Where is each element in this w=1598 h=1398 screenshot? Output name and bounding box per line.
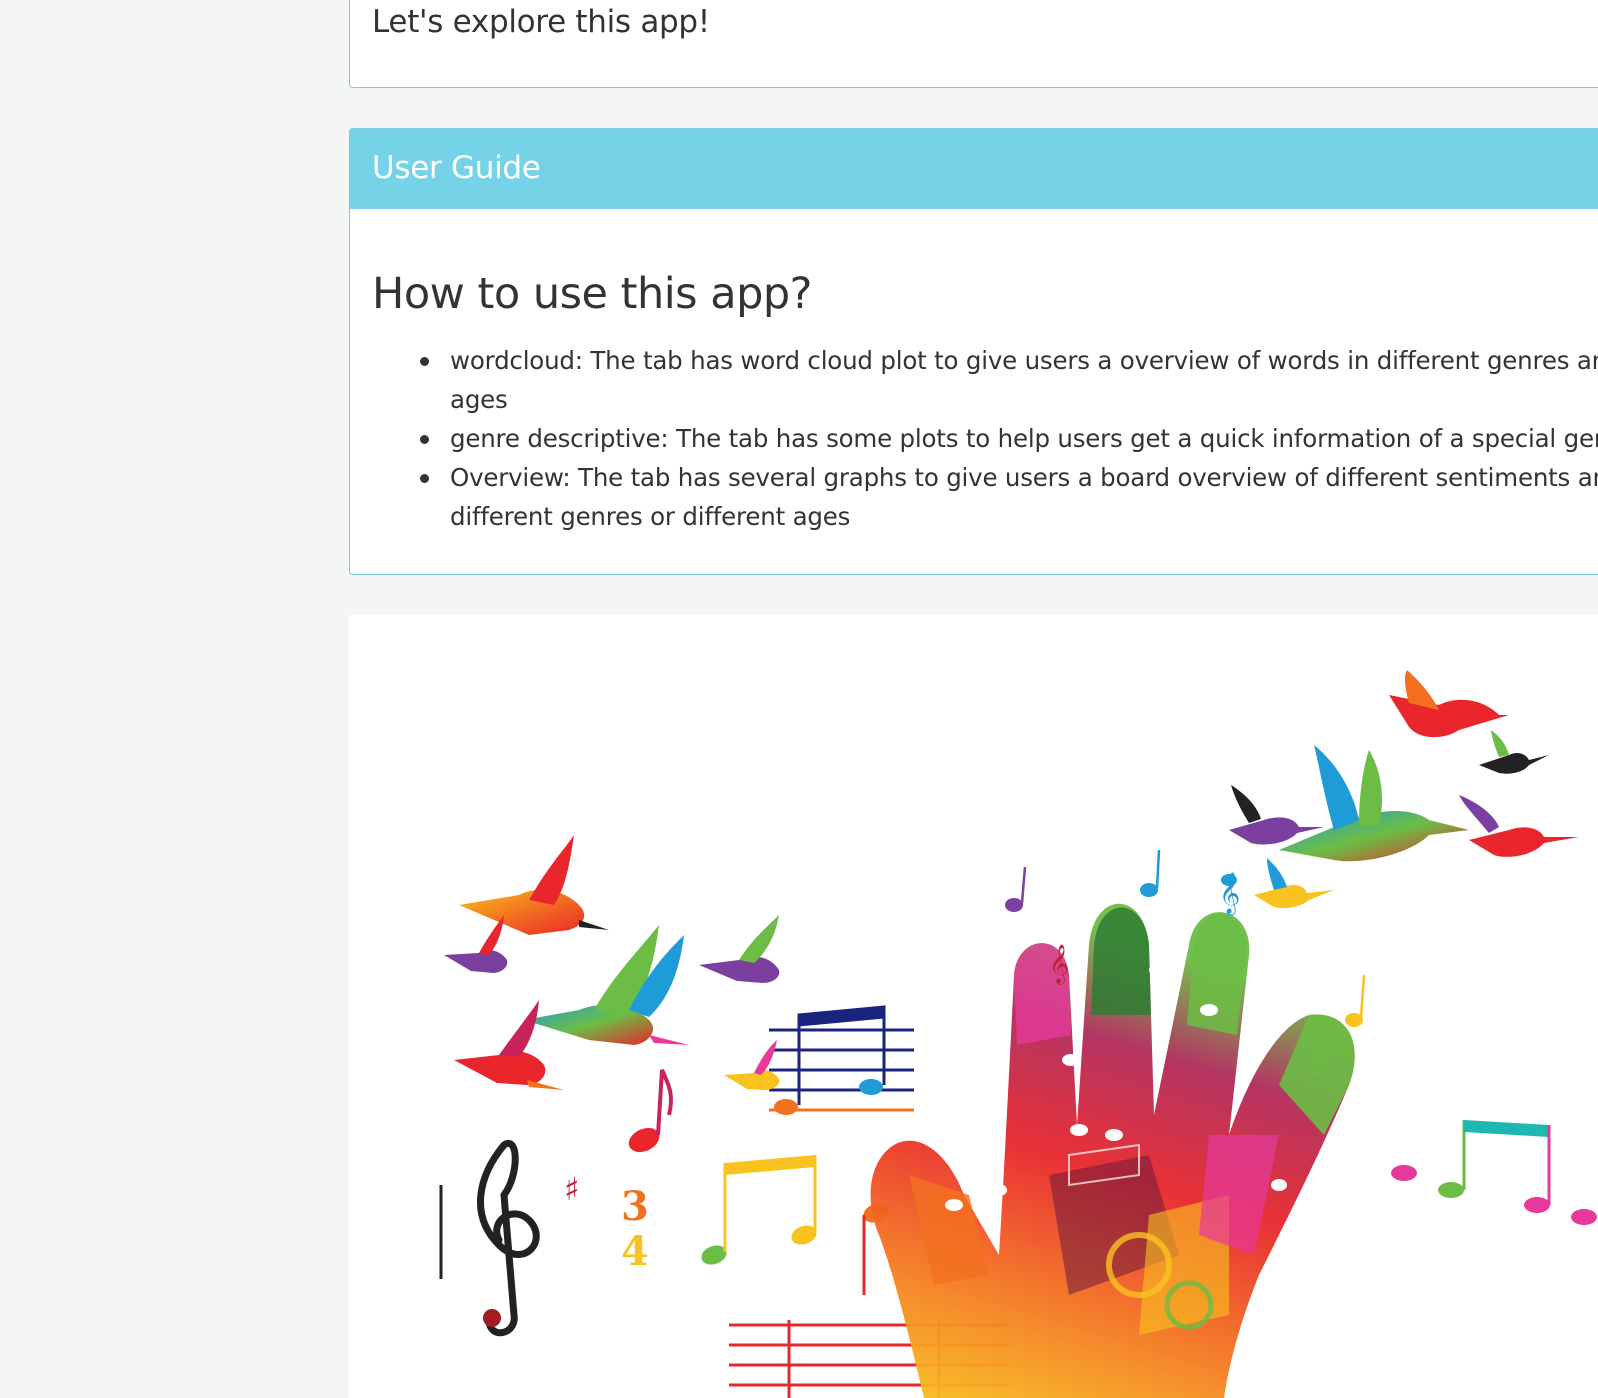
list-item-text: Overview: The tab has several graphs to … — [450, 463, 1598, 492]
svg-text:𝄞: 𝄞 — [1219, 872, 1240, 915]
hummingbird-left-5 — [699, 915, 780, 983]
intro-text: Let's explore this app! — [372, 4, 710, 40]
hummingbird-left-3 — [454, 1000, 564, 1090]
list-item-text: wordcloud: The tab has word cloud plot t… — [450, 346, 1598, 375]
user-guide-header: User Guide — [350, 129, 1598, 209]
bullet-icon — [420, 474, 429, 483]
hummingbird-right-6 — [1254, 858, 1334, 909]
list-item-text: genre descriptive: The tab has some plot… — [450, 424, 1598, 453]
list-item-text-cont: ages — [450, 385, 508, 414]
svg-text:3: 3 — [621, 1183, 649, 1230]
hand-shape — [870, 903, 1355, 1398]
hummingbird-right-1 — [1389, 670, 1509, 738]
list-item: wordcloud: The tab has word cloud plot t… — [420, 341, 1598, 419]
guide-heading: How to use this app? — [372, 269, 813, 319]
hummingbird-left-2 — [524, 925, 689, 1045]
list-item: genre descriptive: The tab has some plot… — [420, 419, 1598, 458]
music-illustration: ♯ 3 4 𝄞 𝄞 𝄞 — [349, 615, 1598, 1398]
hummingbird-right-5 — [1479, 730, 1549, 774]
hummingbird-right-3 — [1459, 795, 1579, 857]
left-notes — [628, 1069, 889, 1295]
app-page: Let's explore this app! User Guide How t… — [0, 0, 1598, 1398]
hummingbird-left-6 — [724, 1040, 780, 1090]
svg-text:4: 4 — [621, 1228, 649, 1275]
hummingbird-left-1 — [459, 835, 609, 935]
hummingbird-left-4 — [444, 915, 508, 973]
guide-list: wordcloud: The tab has word cloud plot t… — [420, 341, 1598, 536]
upper-staff — [769, 1005, 914, 1115]
right-staff — [1319, 1103, 1598, 1187]
svg-text:♯: ♯ — [564, 1170, 579, 1208]
hummingbird-right-2 — [1279, 745, 1469, 862]
user-guide-title: User Guide — [372, 150, 541, 186]
music-hand-illustration: ♯ 3 4 𝄞 𝄞 𝄞 — [439, 670, 1598, 1398]
svg-text:𝄞: 𝄞 — [1309, 1034, 1329, 1075]
bullet-icon — [420, 435, 429, 444]
svg-text:𝄞: 𝄞 — [1049, 944, 1069, 985]
bullet-icon — [420, 357, 429, 366]
treble-clef-icon — [477, 1139, 540, 1337]
right-notes — [1391, 1120, 1597, 1225]
list-item: Overview: The tab has several graphs to … — [420, 458, 1598, 536]
user-guide-box: User Guide How to use this app? wordclou… — [349, 128, 1598, 575]
list-item-text-cont: different genres or different ages — [450, 502, 851, 531]
intro-box: Let's explore this app! — [349, 0, 1598, 88]
hummingbird-right-4 — [1229, 785, 1324, 845]
